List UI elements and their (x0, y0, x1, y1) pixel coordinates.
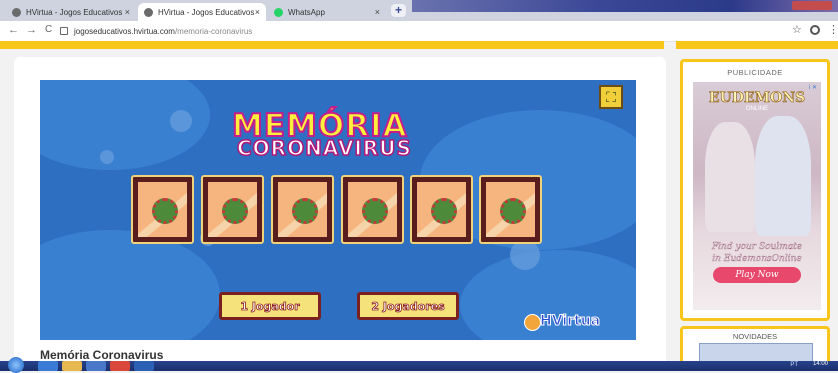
game-logo: MEMÓRIA CORONAVIRUS (197, 107, 447, 163)
tab-label: HVirtua - Jogos Educativos (158, 7, 255, 17)
memory-card[interactable] (201, 175, 264, 244)
ad-tagline-1: Find your Soulmate (711, 242, 803, 252)
site-header-bar (0, 41, 664, 49)
taskbar-clock[interactable]: 14:00 (813, 361, 828, 367)
bookmark-star-icon[interactable]: ☆ (792, 23, 802, 36)
page-title: Memória Coronavirus (40, 348, 164, 362)
browser-tab-1[interactable]: HVirtua - Jogos Educativos × (6, 3, 136, 21)
germ-decoration-icon (510, 240, 540, 270)
lock-icon (60, 27, 68, 35)
tab-strip: HVirtua - Jogos Educativos × HVirtua - J… (0, 0, 838, 21)
menu-icon[interactable]: ⋮ (828, 23, 838, 36)
ad-tagline-2: in EudemonsOnline (712, 254, 802, 264)
globe-icon (12, 7, 21, 17)
logo-subtitle: CORONAVIRUS (236, 135, 412, 161)
two-players-button[interactable]: 2 Jogadores (357, 292, 459, 320)
media-app-icon[interactable] (86, 361, 106, 371)
virus-icon (431, 198, 457, 224)
memory-card[interactable] (479, 175, 542, 244)
close-tab-icon[interactable]: × (255, 7, 260, 17)
ad-character-figure (705, 122, 755, 232)
fullscreen-button[interactable]: ⛶ (599, 85, 623, 109)
hvirtua-mascot-icon (524, 314, 541, 331)
word-app-icon[interactable] (134, 361, 154, 371)
virus-icon (292, 198, 318, 224)
reload-button[interactable]: C (45, 24, 52, 35)
ad-game-logo-sub: ONLINE (745, 106, 769, 112)
close-tab-icon[interactable]: × (125, 7, 130, 17)
tab-label: WhatsApp (288, 7, 325, 17)
window-title-bar (412, 0, 838, 12)
browser-toolbar: ← → C jogoseducativos.hvirtua.com/memori… (0, 21, 838, 42)
browser-tab-2[interactable]: HVirtua - Jogos Educativos × (138, 3, 266, 21)
windows-taskbar: PT 14:00 (0, 357, 838, 373)
ad-character-figure (755, 116, 811, 236)
virus-icon (222, 198, 248, 224)
tab-label: HVirtua - Jogos Educativos (26, 7, 123, 17)
explorer-app-icon[interactable] (62, 361, 82, 371)
ad-play-now-button[interactable]: Play Now (713, 267, 801, 283)
one-player-button[interactable]: 1 Jogador (219, 292, 321, 320)
globe-icon (144, 7, 153, 17)
ie-app-icon[interactable] (38, 361, 58, 371)
germ-decoration-icon (100, 150, 114, 164)
new-tab-button[interactable]: + (391, 4, 406, 17)
advertisement-panel: PUBLICIDADE i ✕ EUDEMONS ONLINE Find you… (680, 59, 830, 321)
ad-game-logo: EUDEMONS (708, 90, 806, 107)
ad-banner[interactable]: i ✕ EUDEMONS ONLINE Find your Soulmate i… (693, 82, 821, 310)
address-bar[interactable]: jogoseducativos.hvirtua.com/memoria-coro… (58, 24, 758, 38)
germ-decoration-icon (170, 110, 192, 132)
hvirtua-logo[interactable]: HVirtua (539, 313, 600, 330)
profile-icon[interactable] (810, 25, 820, 35)
memory-card[interactable] (410, 175, 473, 244)
back-button[interactable]: ← (8, 24, 19, 36)
news-heading: NOVIDADES (732, 332, 778, 341)
virus-icon (500, 198, 526, 224)
chrome-app-icon[interactable] (110, 361, 130, 371)
virus-icon (362, 198, 388, 224)
memory-card[interactable] (341, 175, 404, 244)
ad-heading: PUBLICIDADE (727, 68, 783, 77)
url-path: /memoria-coronavirus (174, 26, 253, 36)
background-blob (40, 230, 220, 340)
forward-button[interactable]: → (26, 24, 37, 36)
news-panel: NOVIDADES (680, 326, 830, 366)
close-tab-icon[interactable]: × (375, 7, 380, 17)
site-header-bar-right (676, 41, 838, 49)
system-tray[interactable]: PT (790, 362, 798, 368)
url-domain: jogoseducativos.hvirtua.com (74, 26, 175, 36)
browser-tab-3[interactable]: WhatsApp × (268, 3, 386, 21)
window-controls[interactable] (792, 1, 832, 10)
memory-card[interactable] (131, 175, 194, 244)
virus-icon (152, 198, 178, 224)
whatsapp-icon (274, 7, 283, 17)
memory-card[interactable] (271, 175, 334, 244)
